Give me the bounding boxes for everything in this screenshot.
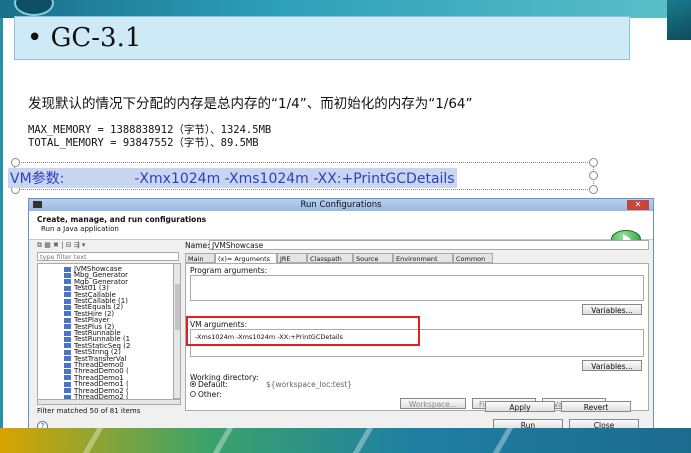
default-label: Default:	[198, 380, 228, 389]
resize-handle[interactable]	[589, 171, 598, 180]
tab-arguments[interactable]: (x)= Arguments	[215, 253, 277, 263]
slide-description: 发现默认的情况下分配的内存是总内存的“1/4”、而初始化的内存为“1/64”	[28, 96, 473, 112]
vm-params-text: VM参数: -Xmx1024m -Xms1024m -XX:+PrintGCDe…	[8, 168, 457, 188]
arguments-tab-pane: Program arguments: Variables... VM argum…	[185, 263, 649, 411]
config-toolbar[interactable]: ⧉ ▦ ✖ | ⊟ ⇶ ▾	[37, 241, 181, 251]
resize-handle[interactable]	[589, 158, 598, 167]
dialog-titlebar: Run Configurations ✕	[29, 199, 653, 211]
slide-title-box: • GC-3.1	[14, 16, 630, 60]
tab-classpath[interactable]: Classpath	[307, 253, 353, 263]
name-field[interactable]: JVMShowcase	[209, 240, 649, 250]
total-memory-line: TOTAL_MEMORY = 93847552（字节）、89.5MB	[28, 137, 259, 149]
program-args-variables-button[interactable]: Variables...	[582, 304, 642, 315]
decorative-stripe	[492, 428, 514, 453]
filter-status: Filter matched 50 of 81 items	[37, 407, 141, 415]
header-subtitle: Run a Java application	[41, 225, 119, 233]
filter-input[interactable]: type filter text	[37, 252, 179, 261]
slide-corner-decoration	[667, 0, 691, 40]
close-icon[interactable]: ✕	[627, 200, 649, 210]
run-configurations-dialog: Run Configurations ✕ Create, manage, and…	[28, 198, 654, 432]
default-radio[interactable]	[190, 381, 196, 387]
resize-handle[interactable]	[11, 158, 20, 167]
decorative-stripe	[212, 428, 234, 453]
other-radio[interactable]	[190, 391, 196, 397]
default-dir-value: ${workspace_loc:test}	[266, 380, 352, 389]
tab-common[interactable]: Common	[453, 253, 493, 263]
slide-logo-cap	[14, 0, 54, 16]
slide-bottom-band	[0, 428, 691, 453]
slide-title: • GC-3.1	[27, 23, 142, 53]
vm-args-variables-button[interactable]: Variables...	[582, 360, 642, 371]
tab-jre[interactable]: JRE	[277, 253, 307, 263]
decorative-stripe	[82, 428, 104, 453]
tree-vertical-scrollbar[interactable]	[173, 263, 181, 399]
highlight-box	[186, 316, 420, 346]
resize-handle[interactable]	[589, 185, 598, 194]
program-args-label: Program arguments:	[190, 266, 268, 275]
tab-source[interactable]: Source	[353, 253, 393, 263]
tab-main[interactable]: Main	[185, 253, 215, 263]
config-tree[interactable]: JVMShowcase Mbg_Generator Mgb_Generator Tes…	[37, 263, 175, 401]
name-label: Name:	[185, 241, 210, 250]
config-tabs: Main (x)= Arguments JRE Classpath Source…	[185, 253, 649, 263]
dialog-title: Run Configurations	[300, 200, 382, 210]
program-args-field[interactable]	[190, 275, 644, 301]
config-editor-panel: Name: JVMShowcase Main (x)= Arguments JR…	[185, 240, 649, 411]
workspace-button[interactable]: Workspace...	[400, 398, 466, 409]
dialog-header: Create, manage, and run configurations R…	[29, 211, 653, 248]
tab-environment[interactable]: Environment	[393, 253, 453, 263]
tree-horizontal-scrollbar[interactable]	[37, 399, 181, 405]
config-list-panel: ⧉ ▦ ✖ | ⊟ ⇶ ▾ type filter text JVMShowca…	[37, 241, 181, 419]
slide-left-edge	[0, 18, 3, 428]
apply-button[interactable]: Apply	[485, 401, 555, 412]
decorative-stripe	[352, 428, 374, 453]
revert-button[interactable]: Revert	[561, 401, 631, 412]
other-label: Other:	[198, 390, 222, 399]
header-title: Create, manage, and run configurations	[37, 215, 207, 224]
